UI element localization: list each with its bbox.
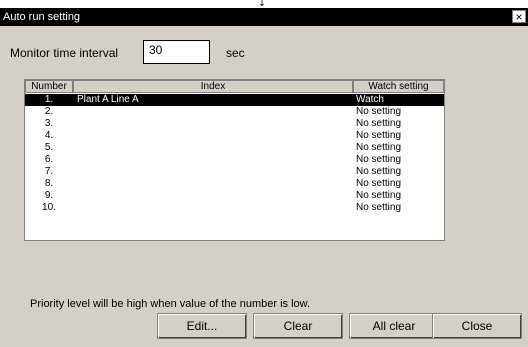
close-icon[interactable]: × bbox=[512, 10, 526, 23]
row-watch-setting: No setting bbox=[356, 142, 402, 153]
down-arrow-icon: ↓ bbox=[258, 0, 266, 9]
row-index bbox=[77, 202, 347, 214]
column-header-index[interactable]: Index bbox=[73, 80, 353, 93]
window-title: Auto run setting bbox=[3, 11, 81, 23]
list-item[interactable]: 6. No setting bbox=[25, 154, 444, 166]
row-number: 6. bbox=[44, 154, 54, 165]
row-watch-setting: No setting bbox=[356, 154, 402, 165]
column-header-watch-setting[interactable]: Watch setting bbox=[353, 80, 444, 93]
row-number: 8. bbox=[44, 178, 54, 189]
list-item[interactable]: 7. No setting bbox=[25, 166, 444, 178]
row-number: 5. bbox=[44, 142, 54, 153]
row-number: 3. bbox=[44, 118, 54, 129]
row-index bbox=[77, 154, 347, 166]
list-item[interactable]: 5. No setting bbox=[25, 142, 444, 154]
clear-button[interactable]: Clear bbox=[253, 313, 343, 339]
row-watch-setting: No setting bbox=[356, 130, 402, 141]
edit-button[interactable]: Edit... bbox=[157, 313, 247, 339]
list-item[interactable]: 8. No setting bbox=[25, 178, 444, 190]
list-item[interactable]: 1. Plant A Line A Watch bbox=[25, 94, 444, 106]
run-setting-list[interactable]: Number Index Watch setting 1. Plant A Li… bbox=[24, 79, 445, 241]
all-clear-button[interactable]: All clear bbox=[349, 313, 439, 339]
row-number: 10. bbox=[42, 202, 56, 213]
row-watch-setting: No setting bbox=[356, 178, 402, 189]
priority-note: Priority level will be high when value o… bbox=[30, 298, 311, 310]
row-number: 1. bbox=[44, 94, 54, 105]
monitor-interval-label: Monitor time interval bbox=[10, 46, 119, 60]
list-item[interactable]: 2. No setting bbox=[25, 106, 444, 118]
row-index bbox=[77, 118, 347, 130]
row-watch-setting: No setting bbox=[356, 118, 402, 129]
row-number: 9. bbox=[44, 190, 54, 201]
auto-run-setting-dialog: Auto run setting × Monitor time interval… bbox=[0, 8, 528, 347]
row-watch-setting: No setting bbox=[356, 190, 402, 201]
column-header-number[interactable]: Number bbox=[25, 80, 73, 93]
row-number: 2. bbox=[44, 106, 54, 117]
title-bar: Auto run setting × bbox=[0, 8, 528, 26]
row-watch-setting: No setting bbox=[356, 202, 402, 213]
row-index bbox=[77, 190, 347, 202]
row-watch-setting: No setting bbox=[356, 106, 402, 117]
row-watch-setting: No setting bbox=[356, 166, 402, 177]
row-watch-setting: Watch bbox=[356, 94, 384, 105]
row-index bbox=[77, 166, 347, 178]
close-button[interactable]: Close bbox=[432, 313, 522, 339]
monitor-interval-input[interactable]: 30 bbox=[143, 40, 210, 64]
row-number: 4. bbox=[44, 130, 54, 141]
row-index: Plant A Line A bbox=[77, 94, 139, 105]
monitor-interval-unit: sec bbox=[226, 46, 245, 60]
row-index bbox=[77, 142, 347, 154]
list-item[interactable]: 4. No setting bbox=[25, 130, 444, 142]
row-index bbox=[77, 130, 347, 142]
row-index bbox=[77, 106, 347, 118]
row-index bbox=[77, 178, 347, 190]
row-number: 7. bbox=[44, 166, 54, 177]
list-item[interactable]: 9. No setting bbox=[25, 190, 444, 202]
list-item[interactable]: 3. No setting bbox=[25, 118, 444, 130]
list-item[interactable]: 10. No setting bbox=[25, 202, 444, 214]
